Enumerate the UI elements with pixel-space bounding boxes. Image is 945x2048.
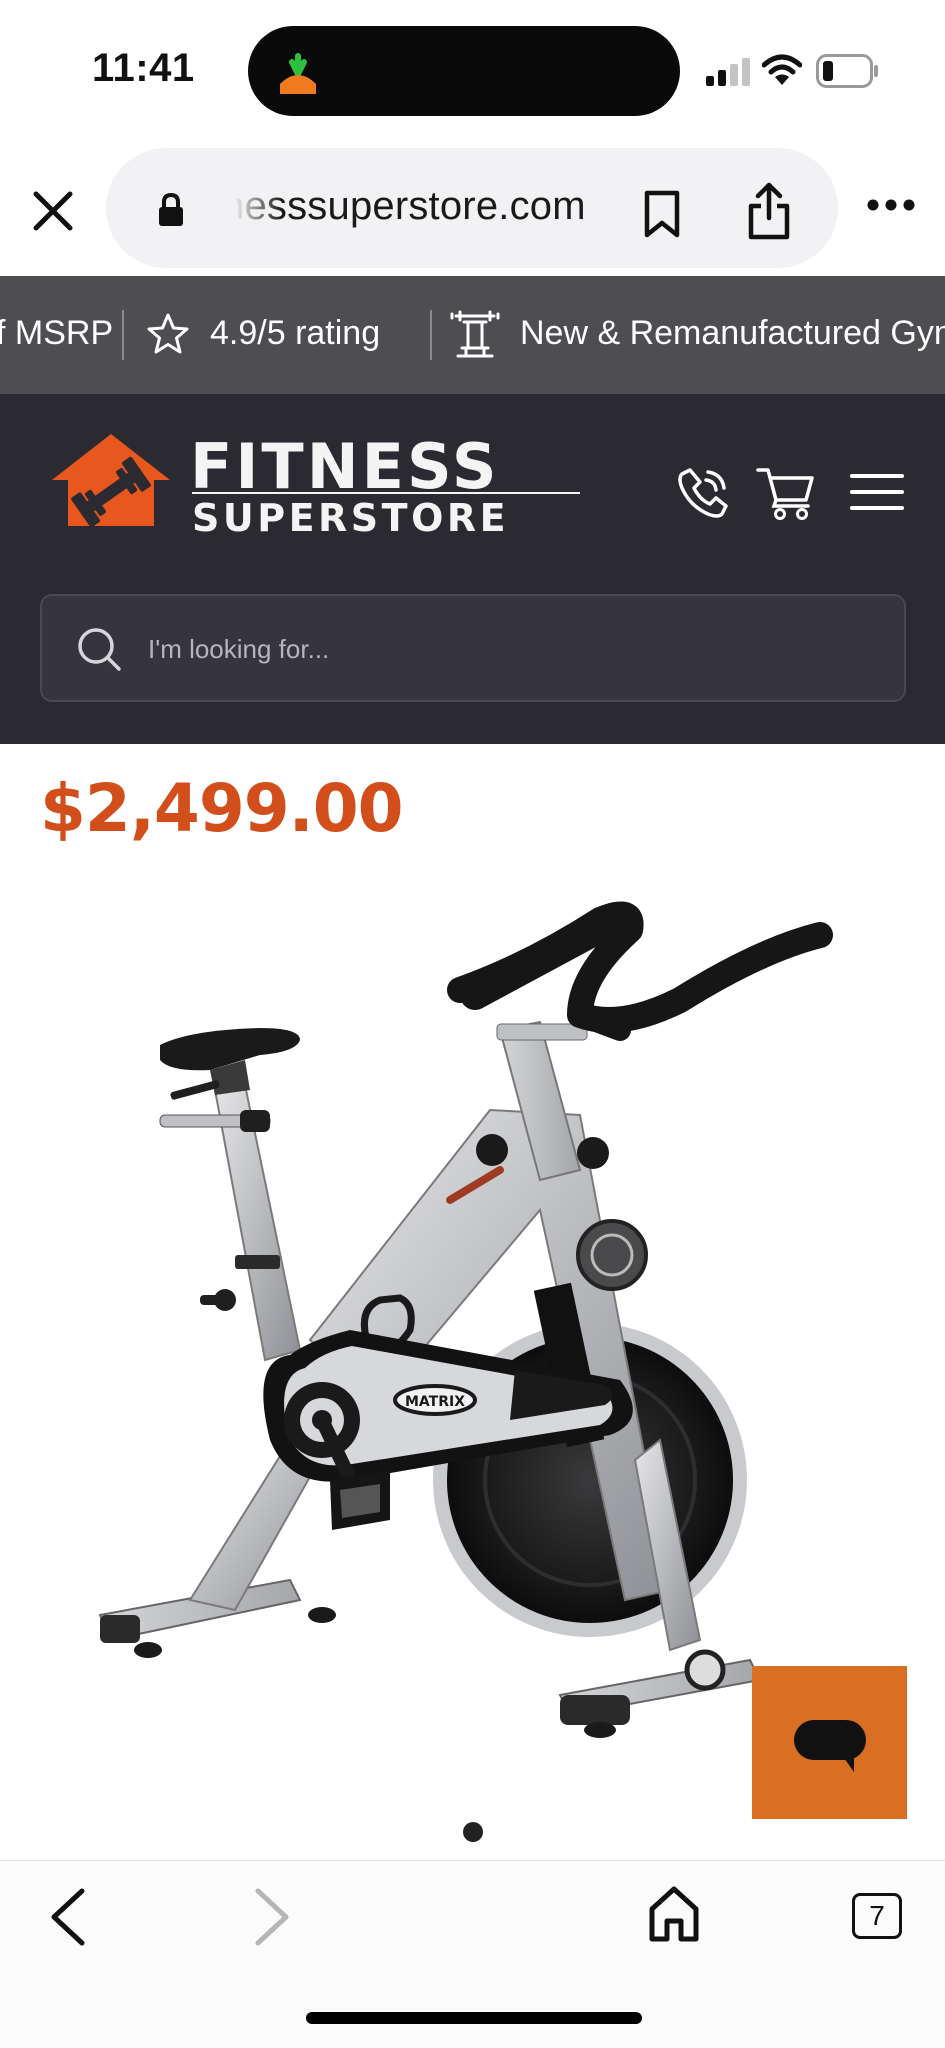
search-icon xyxy=(78,628,121,671)
promo-divider xyxy=(430,310,432,360)
gym-equipment-icon xyxy=(450,310,500,358)
browser-address-area: nesssuperstore.com xyxy=(0,140,945,276)
share-icon[interactable] xyxy=(746,182,792,240)
gallery-pagination xyxy=(0,1822,945,1846)
back-arrow-icon[interactable] xyxy=(46,1885,90,1949)
product-brand-label: MATRIX xyxy=(405,1394,465,1410)
status-time: 11:41 xyxy=(92,46,195,90)
url-fade xyxy=(222,178,282,238)
star-icon xyxy=(147,313,189,354)
logo-text-superstore: SUPERSTORE xyxy=(192,496,510,540)
promo-divider xyxy=(122,310,124,360)
promo-msrp: f MSRP xyxy=(0,314,114,352)
forward-arrow-icon[interactable] xyxy=(250,1885,294,1949)
logo-rule xyxy=(192,492,580,494)
home-icon[interactable] xyxy=(648,1885,700,1943)
site-logo[interactable]: FITNESS SUPERSTORE xyxy=(50,430,580,540)
cellular-signal-icon xyxy=(706,58,750,86)
gallery-dot-active[interactable] xyxy=(463,1822,483,1842)
wifi-icon xyxy=(762,54,802,85)
menu-hamburger-icon[interactable] xyxy=(850,472,904,512)
product-image-spin-bike[interactable]: MATRIX xyxy=(60,880,860,1800)
more-options-icon[interactable] xyxy=(866,198,916,212)
bookmark-icon[interactable] xyxy=(642,190,682,238)
lock-icon xyxy=(159,192,183,226)
dynamic-island xyxy=(248,26,680,116)
carrot-app-icon xyxy=(280,53,316,94)
phone-icon[interactable] xyxy=(676,466,730,520)
page: 11:41 nesssuperstore.com f MSRP 4.9/5 ra… xyxy=(0,0,945,2048)
promo-rating: 4.9/5 rating xyxy=(210,314,381,352)
close-icon[interactable] xyxy=(28,186,78,236)
search-bar[interactable] xyxy=(40,594,906,702)
cart-icon[interactable] xyxy=(756,464,816,520)
tabs-button[interactable]: 7 xyxy=(852,1893,902,1939)
promo-equipment: New & Remanufactured Gym xyxy=(520,314,945,352)
address-bar[interactable]: nesssuperstore.com xyxy=(106,148,838,268)
product-price: $2,499.00 xyxy=(40,770,404,847)
chat-button[interactable] xyxy=(752,1666,907,1819)
browser-toolbar: 7 xyxy=(0,1860,945,2048)
status-bar: 11:41 xyxy=(0,0,945,140)
chat-bubble-icon xyxy=(794,1720,866,1772)
logo-house-dumbbell-icon xyxy=(52,434,170,528)
promo-bar: f MSRP 4.9/5 rating New & Remanufactured… xyxy=(0,276,945,394)
battery-icon xyxy=(816,54,878,88)
site-header: FITNESS SUPERSTORE xyxy=(0,394,945,744)
home-indicator[interactable] xyxy=(306,2012,642,2024)
search-input[interactable] xyxy=(148,626,868,672)
